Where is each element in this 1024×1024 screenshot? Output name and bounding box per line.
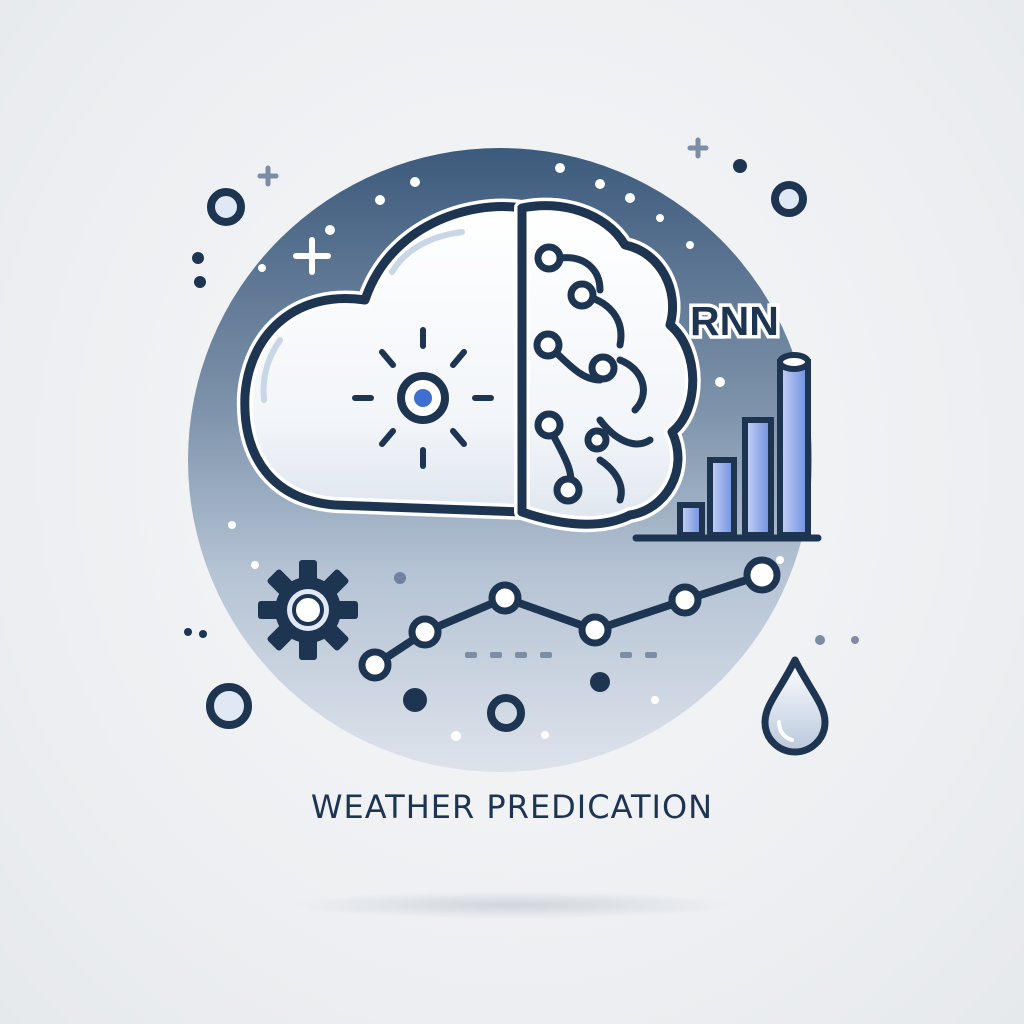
rnn-label: RNN	[690, 298, 779, 344]
gear-icon	[258, 560, 358, 660]
logo-canvas: RNN WEATHER PREDICATION	[0, 0, 1024, 1024]
weather-prediction-logo: RNN	[184, 137, 859, 919]
raindrop-icon	[761, 656, 829, 756]
ground-shadow	[292, 891, 732, 919]
caption-title: WEATHER PREDICATION	[310, 788, 714, 826]
